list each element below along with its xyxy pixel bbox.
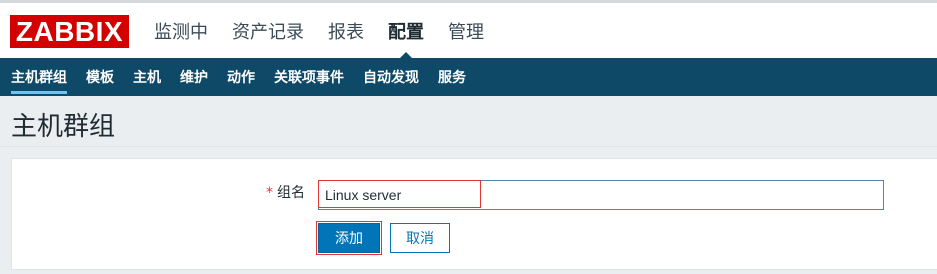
sub-menu-correlation[interactable]: 关联项事件 bbox=[265, 58, 353, 96]
main-menu-reports[interactable]: 报表 bbox=[320, 3, 372, 58]
sub-menu: 主机群组 模板 主机 维护 动作 关联项事件 自动发现 服务 bbox=[0, 58, 937, 96]
group-name-label-text: 组名 bbox=[277, 185, 305, 201]
cancel-button[interactable]: 取消 bbox=[390, 223, 450, 253]
sub-menu-templates[interactable]: 模板 bbox=[77, 58, 123, 96]
required-mark: * bbox=[266, 185, 273, 201]
main-menu: 监测中 资产记录 报表 配置 管理 bbox=[146, 3, 500, 58]
title-divider bbox=[0, 146, 937, 147]
main-menu-inventory[interactable]: 资产记录 bbox=[224, 3, 312, 58]
group-name-input[interactable]: Linux server bbox=[318, 180, 884, 210]
sub-menu-maintenance[interactable]: 维护 bbox=[171, 58, 217, 96]
sub-menu-actions[interactable]: 动作 bbox=[218, 58, 264, 96]
page-title: 主机群组 bbox=[11, 112, 116, 142]
main-menu-administration[interactable]: 管理 bbox=[440, 3, 492, 58]
sub-menu-services[interactable]: 服务 bbox=[429, 58, 475, 96]
group-name-label: * 组名 bbox=[0, 182, 305, 202]
sub-menu-host-groups[interactable]: 主机群组 bbox=[2, 58, 76, 96]
main-menu-monitoring[interactable]: 监测中 bbox=[146, 3, 216, 58]
form-panel bbox=[11, 158, 937, 270]
sub-menu-discovery[interactable]: 自动发现 bbox=[354, 58, 428, 96]
zabbix-logo[interactable]: ZABBIX bbox=[10, 15, 129, 48]
sub-menu-hosts[interactable]: 主机 bbox=[124, 58, 170, 96]
main-menu-configuration[interactable]: 配置 bbox=[380, 3, 432, 58]
add-button[interactable]: 添加 bbox=[318, 223, 380, 253]
top-header: ZABBIX 监测中 资产记录 报表 配置 管理 bbox=[0, 3, 937, 58]
